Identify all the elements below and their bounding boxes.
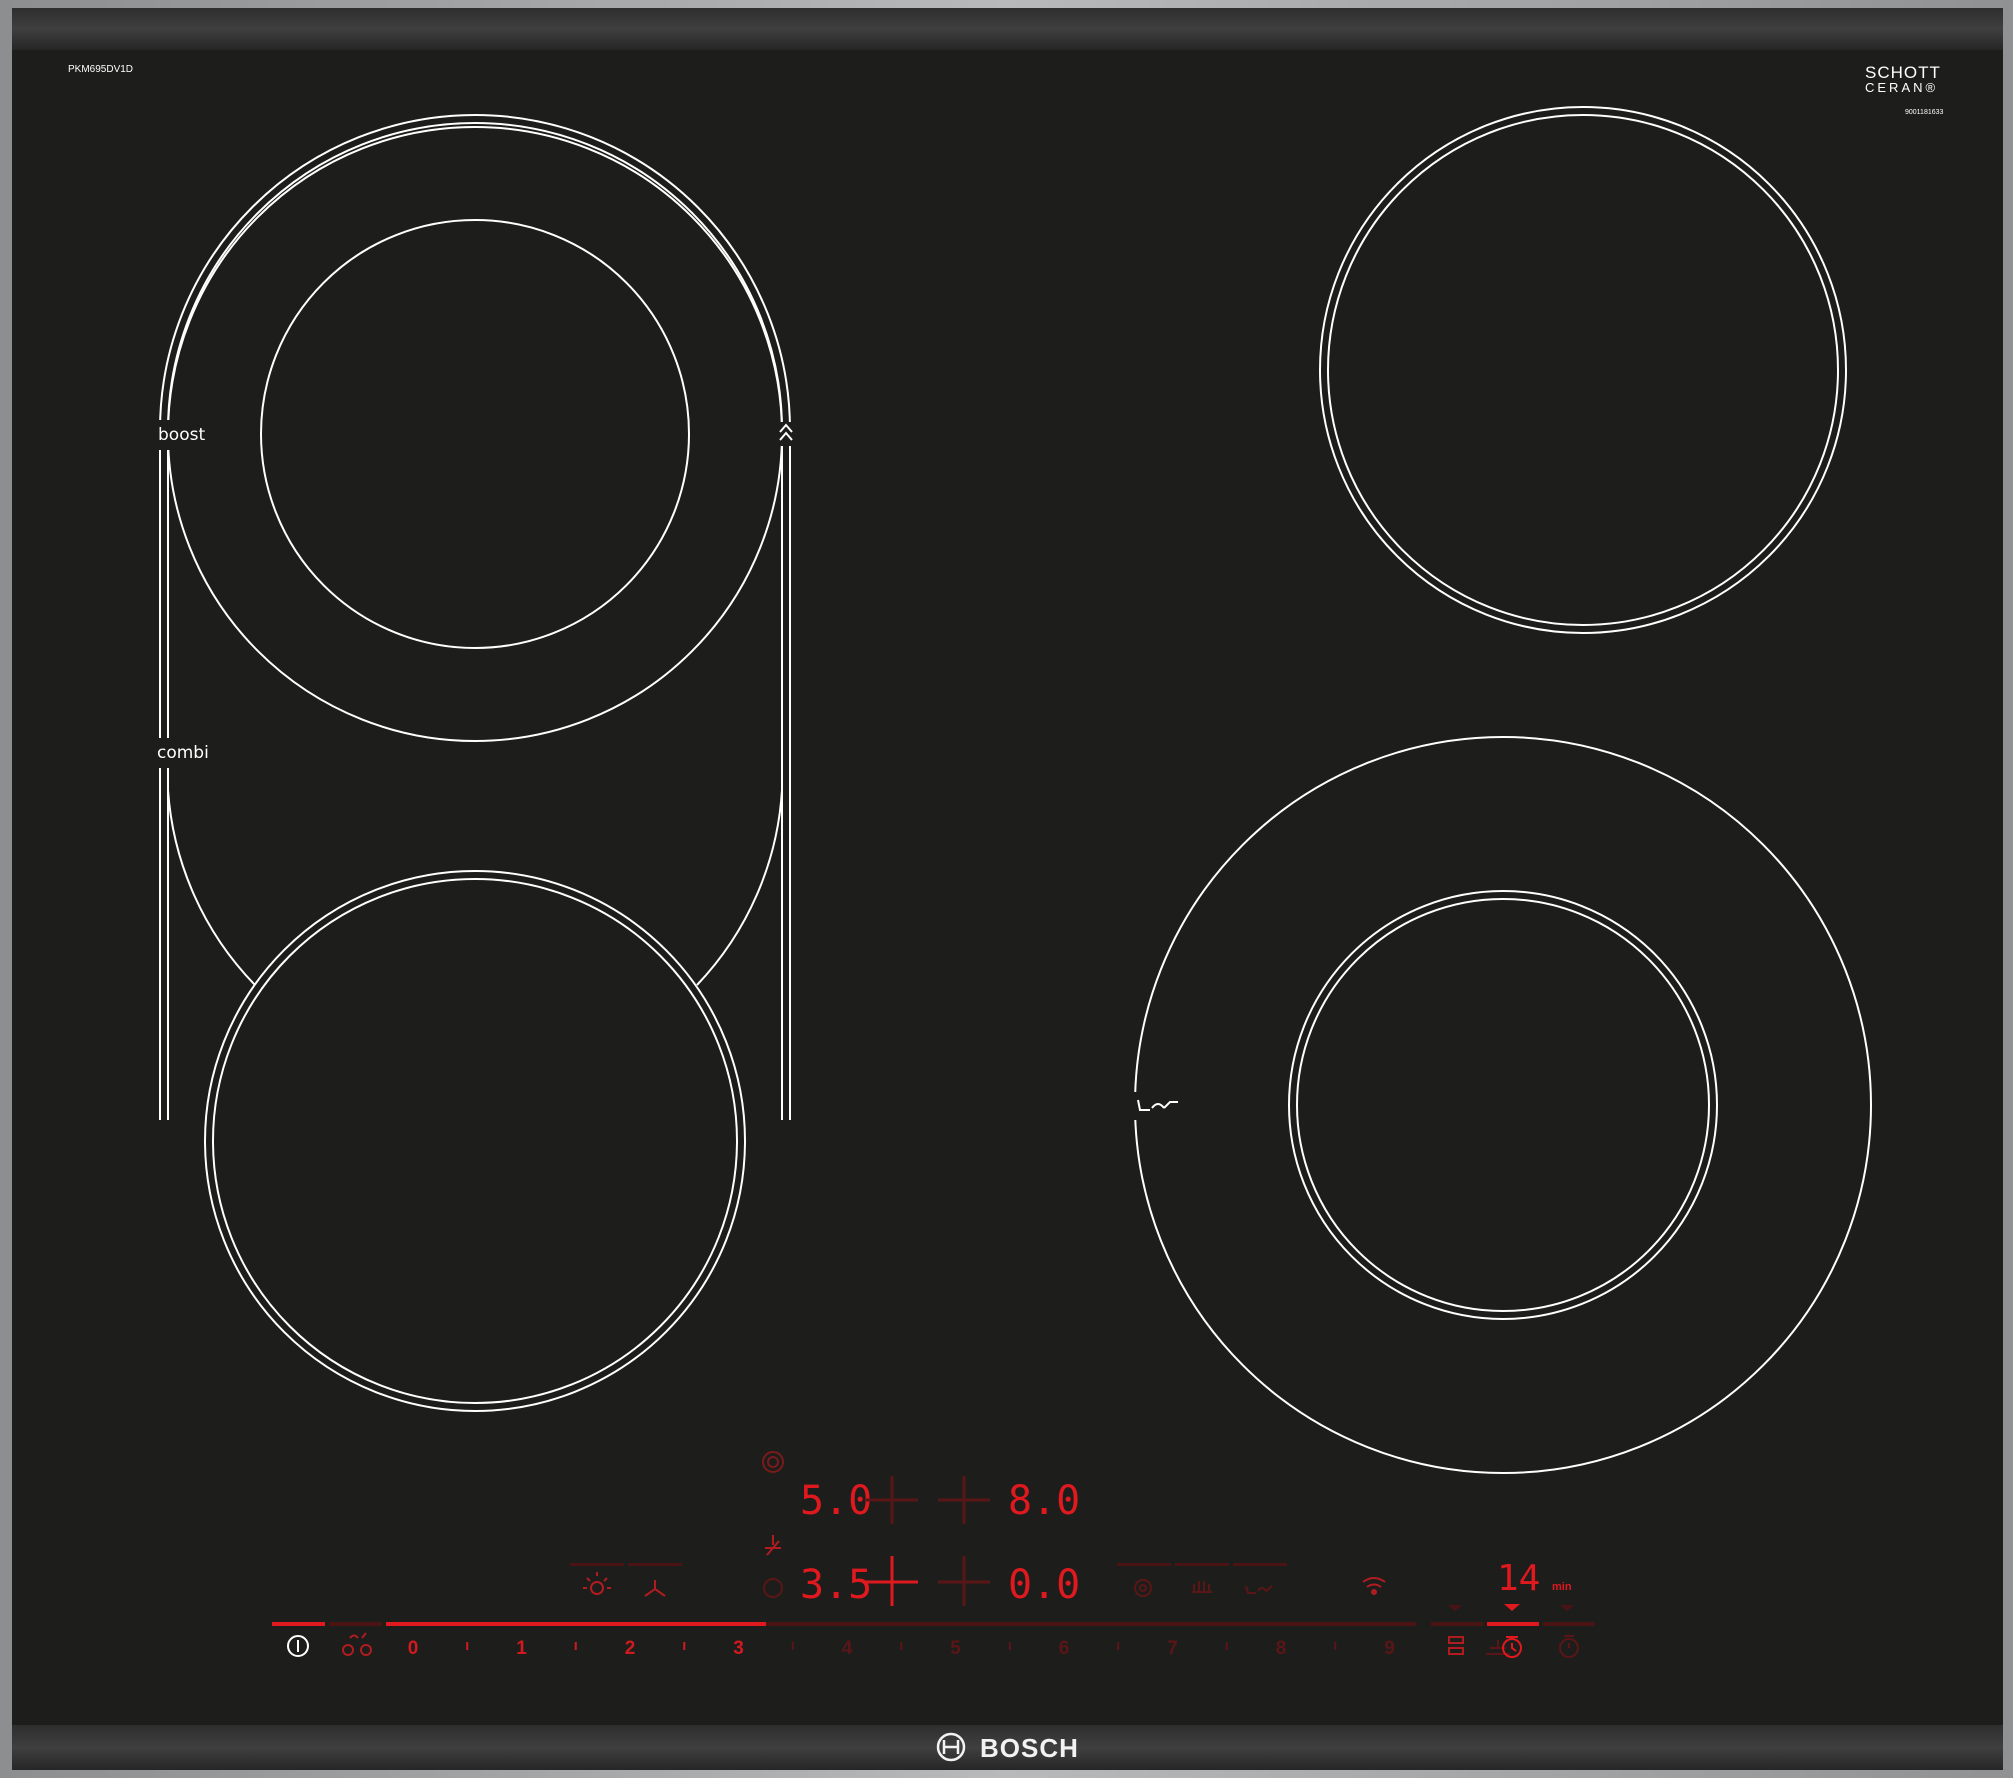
power-indicator [272,1622,325,1626]
power-level-6[interactable]: 6 [1059,1638,1070,1659]
power-level-2[interactable]: 2 [625,1638,636,1659]
combi-label: combi [157,743,209,763]
slider-track-fill [386,1622,766,1626]
timer-right-indicator [1543,1622,1595,1626]
power-level-4[interactable]: 4 [842,1638,853,1659]
display-top-left: 5.0 [800,1478,872,1524]
timer-left-indicator [1431,1622,1483,1626]
power-level-1[interactable]: 1 [516,1638,527,1659]
top-edge [12,8,2003,50]
glass-brand-line2: CERAN® [1865,80,1938,95]
svg-text:BOSCH: BOSCH [980,1733,1079,1763]
keep-warm-indicator [1175,1563,1229,1566]
model-number: PKM695DV1D [68,64,133,75]
frying-sensor-indicator [1117,1563,1171,1566]
power-level-0[interactable]: 0 [408,1638,419,1659]
timer-mid-indicator [1487,1622,1539,1626]
power-level-8[interactable]: 8 [1276,1638,1287,1659]
boost-label: boost [158,425,205,445]
timer-unit: min [1552,1581,1572,1593]
hood-fan-indicator [628,1563,682,1566]
bosch-logo: BOSCH [936,1732,1079,1763]
display-top-right: 8.0 [1008,1478,1080,1524]
display-bottom-right: 0.0 [1008,1562,1080,1608]
timer-value: 14 [1497,1558,1540,1599]
power-level-5[interactable]: 5 [950,1638,961,1659]
display-bottom-left: 3.5 [800,1562,872,1608]
glass-code: 9001181633 [1905,109,1944,116]
lock-indicator [329,1622,382,1626]
hood-light-indicator [570,1563,624,1566]
power-level-3[interactable]: 3 [733,1638,744,1659]
power-level-7[interactable]: 7 [1167,1638,1178,1659]
cooktop: PKM695DV1D SCHOTT CERAN® 9001181633 boos… [0,0,2013,1778]
cooking-sensor-indicator [1233,1563,1287,1566]
power-level-9[interactable]: 9 [1384,1638,1395,1659]
power-slider-track[interactable] [272,1622,1595,1626]
